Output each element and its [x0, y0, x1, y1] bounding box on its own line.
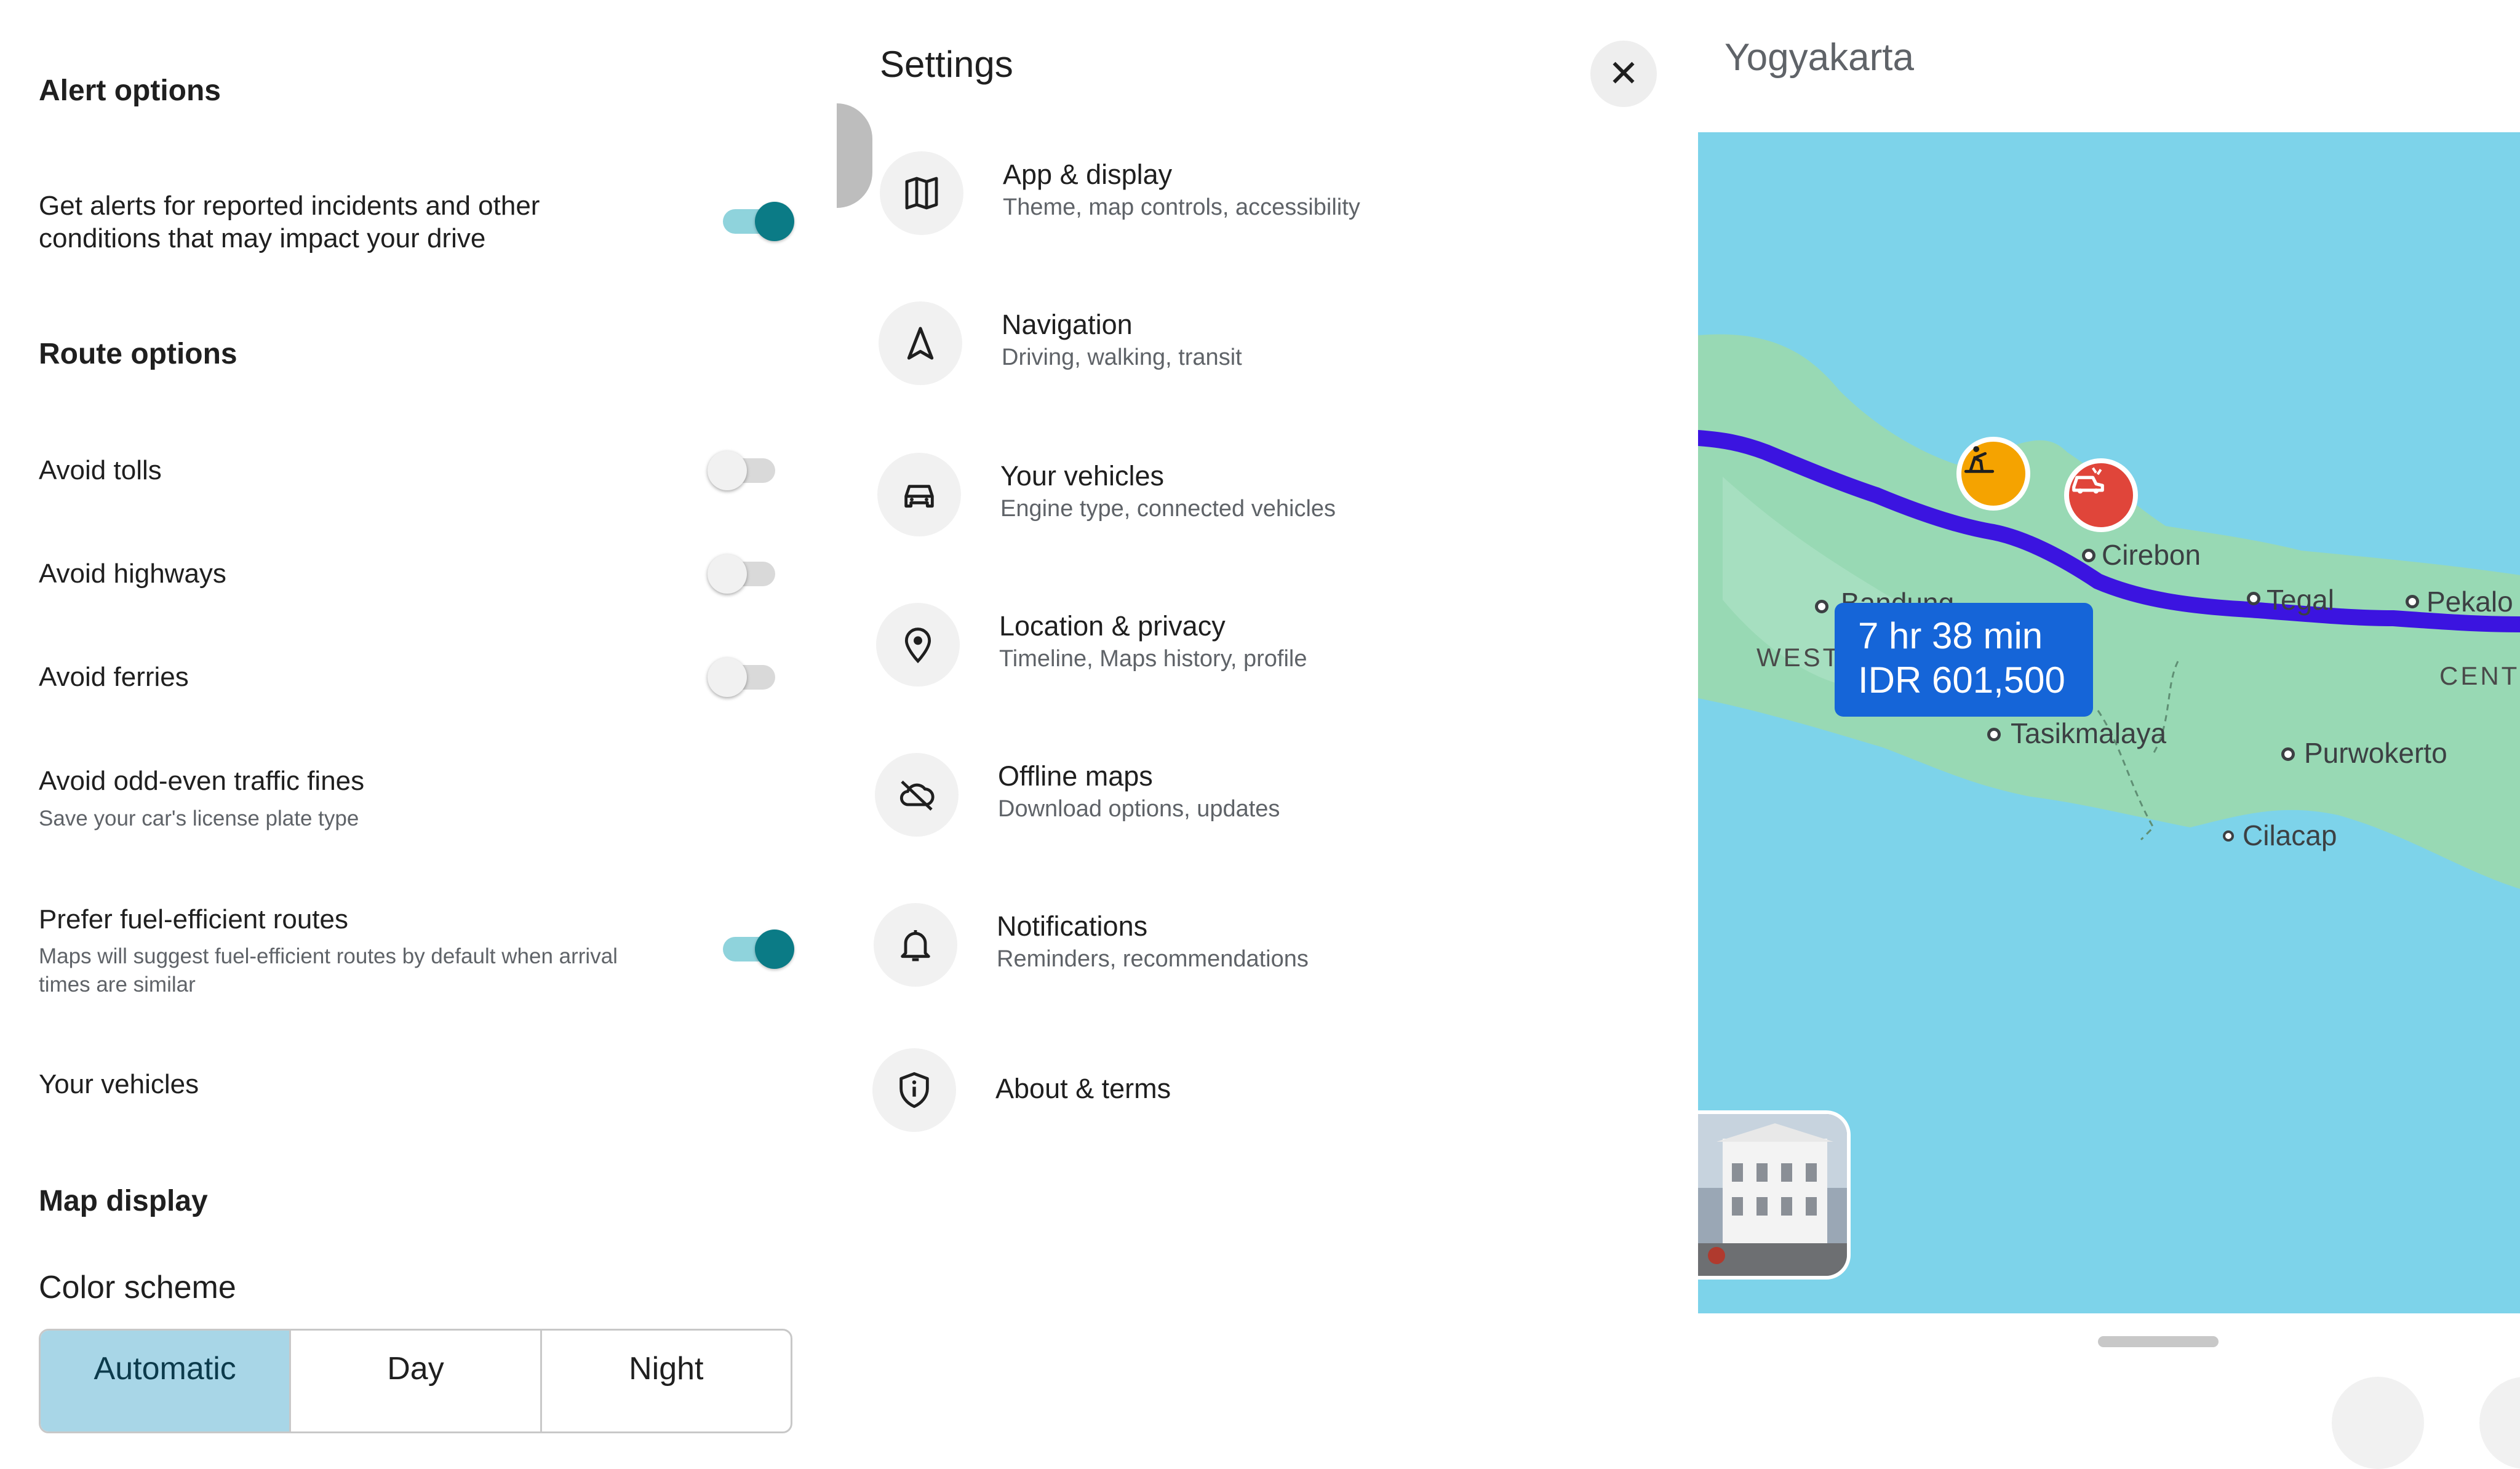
- fuel-efficient-subtitle: Maps will suggest fuel-efficient routes …: [39, 944, 618, 997]
- settings-item-title: Notifications: [997, 910, 1148, 942]
- tegal-marker: [2247, 592, 2260, 605]
- settings-item-notifications[interactable]: Notifications Reminders, recommendations: [874, 898, 1612, 990]
- settings-item-subtitle: Download options, updates: [998, 796, 1280, 822]
- color-scheme-label: Color scheme: [39, 1270, 236, 1305]
- city-label-cirebon: Cirebon: [2102, 539, 2201, 571]
- settings-title: Settings: [880, 44, 1013, 85]
- city-label-pekalongan: Pekalo: [2426, 586, 2513, 618]
- cloud-off-icon: [875, 753, 959, 837]
- your-vehicles-link[interactable]: Your vehicles: [39, 1069, 199, 1100]
- close-icon: ✕: [1608, 53, 1640, 94]
- odd-even-subtitle: Save your car's license plate type: [39, 806, 359, 830]
- bandung-marker: [1815, 600, 1828, 613]
- avoid-highways-toggle[interactable]: [708, 549, 781, 599]
- construction-alert-icon[interactable]: [1956, 437, 2030, 511]
- settings-item-your-vehicles[interactable]: Your vehicles Engine type, connected veh…: [877, 448, 1616, 540]
- route-settings-panel: Alert options Get alerts for reported in…: [0, 0, 837, 1433]
- tasikmalaya-marker: [1987, 728, 2001, 741]
- map-panel: Yogyakarta Cirebon Tegal Pekalo Bandung …: [1698, 0, 2520, 1469]
- settings-item-navigation[interactable]: Navigation Driving, walking, transit: [879, 297, 1617, 389]
- scheme-night-button[interactable]: Night: [542, 1331, 791, 1431]
- incident-alerts-toggle[interactable]: [723, 197, 797, 246]
- city-label-tasikmalaya: Tasikmalaya: [2011, 717, 2167, 749]
- navigation-arrow-icon: [879, 301, 962, 385]
- cirebon-marker: [2082, 549, 2095, 562]
- settings-item-subtitle: Reminders, recommendations: [997, 946, 1309, 972]
- settings-item-title: Navigation: [1002, 309, 1133, 340]
- settings-item-title: Offline maps: [998, 760, 1153, 792]
- settings-item-location-privacy[interactable]: Location & privacy Timeline, Maps histor…: [876, 598, 1614, 690]
- scheme-day-button[interactable]: Day: [291, 1331, 542, 1431]
- close-button[interactable]: ✕: [1590, 41, 1657, 107]
- bottom-sheet-drag-handle[interactable]: [2098, 1336, 2219, 1347]
- avoid-tolls-toggle[interactable]: [708, 446, 781, 495]
- more-options-button[interactable]: [2479, 1377, 2520, 1469]
- map-display-heading: Map display: [39, 1185, 208, 1217]
- crash-alert-icon[interactable]: [2064, 458, 2138, 532]
- shield-info-icon: [872, 1048, 956, 1132]
- city-label-purwokerto: Purwokerto: [2304, 737, 2447, 769]
- bell-icon: [874, 903, 957, 987]
- destination-photo-thumbnail[interactable]: [1698, 1110, 1851, 1280]
- route-options-heading: Route options: [39, 338, 237, 370]
- settings-item-subtitle: Timeline, Maps history, profile: [999, 646, 1307, 672]
- odd-even-title[interactable]: Avoid odd-even traffic fines: [39, 766, 364, 797]
- purwokerto-marker: [2281, 747, 2295, 761]
- scroll-indicator: [837, 103, 872, 208]
- eta-duration: 7 hr 38 min: [1858, 615, 2043, 656]
- settings-item-subtitle: Engine type, connected vehicles: [1000, 496, 1336, 522]
- destination-title: Yogyakarta: [1725, 36, 1914, 79]
- settings-item-title: About & terms: [995, 1073, 1171, 1104]
- pekalongan-marker: [2406, 595, 2419, 608]
- region-label-west: WEST: [1756, 643, 1841, 672]
- color-scheme-selector: Automatic Day Night: [39, 1329, 792, 1433]
- avoid-tolls-label: Avoid tolls: [39, 455, 162, 485]
- cilacap-marker: [2223, 830, 2234, 842]
- settings-panel: Settings ✕ App & display Theme, map cont…: [837, 0, 1698, 1417]
- fuel-efficient-toggle[interactable]: [723, 925, 797, 974]
- settings-item-about-terms[interactable]: About & terms: [872, 1043, 1611, 1136]
- route-eta-callout[interactable]: 7 hr 38 min IDR 601,500: [1835, 603, 2093, 717]
- city-label-tegal: Tegal: [2267, 584, 2334, 616]
- map-icon: [880, 151, 963, 235]
- incident-alerts-label: Get alerts for reported incidents and ot…: [39, 191, 540, 253]
- avoid-highways-label: Avoid highways: [39, 559, 226, 589]
- car-icon: [877, 453, 961, 536]
- region-label-central: CENT: [2439, 661, 2520, 690]
- settings-item-title: App & display: [1003, 159, 1173, 190]
- avoid-ferries-toggle[interactable]: [708, 653, 781, 702]
- settings-item-offline-maps[interactable]: Offline maps Download options, updates: [875, 748, 1613, 840]
- settings-item-title: Your vehicles: [1000, 460, 1165, 492]
- avoid-ferries-label: Avoid ferries: [39, 662, 189, 692]
- fuel-efficient-title: Prefer fuel-efficient routes: [39, 904, 348, 934]
- settings-item-app-display[interactable]: App & display Theme, map controls, acces…: [880, 146, 1618, 239]
- location-pin-icon: [876, 603, 960, 687]
- city-label-cilacap: Cilacap: [2243, 819, 2337, 851]
- alert-options-heading: Alert options: [39, 74, 221, 107]
- eta-toll-cost: IDR 601,500: [1858, 659, 2065, 701]
- route-map[interactable]: Cirebon Tegal Pekalo Bandung WEST CENT T…: [1698, 132, 2520, 1313]
- route-options-button[interactable]: [2332, 1377, 2424, 1469]
- scheme-automatic-button[interactable]: Automatic: [41, 1331, 292, 1431]
- settings-item-subtitle: Theme, map controls, accessibility: [1003, 194, 1360, 220]
- settings-item-subtitle: Driving, walking, transit: [1002, 344, 1242, 370]
- settings-item-title: Location & privacy: [999, 610, 1226, 642]
